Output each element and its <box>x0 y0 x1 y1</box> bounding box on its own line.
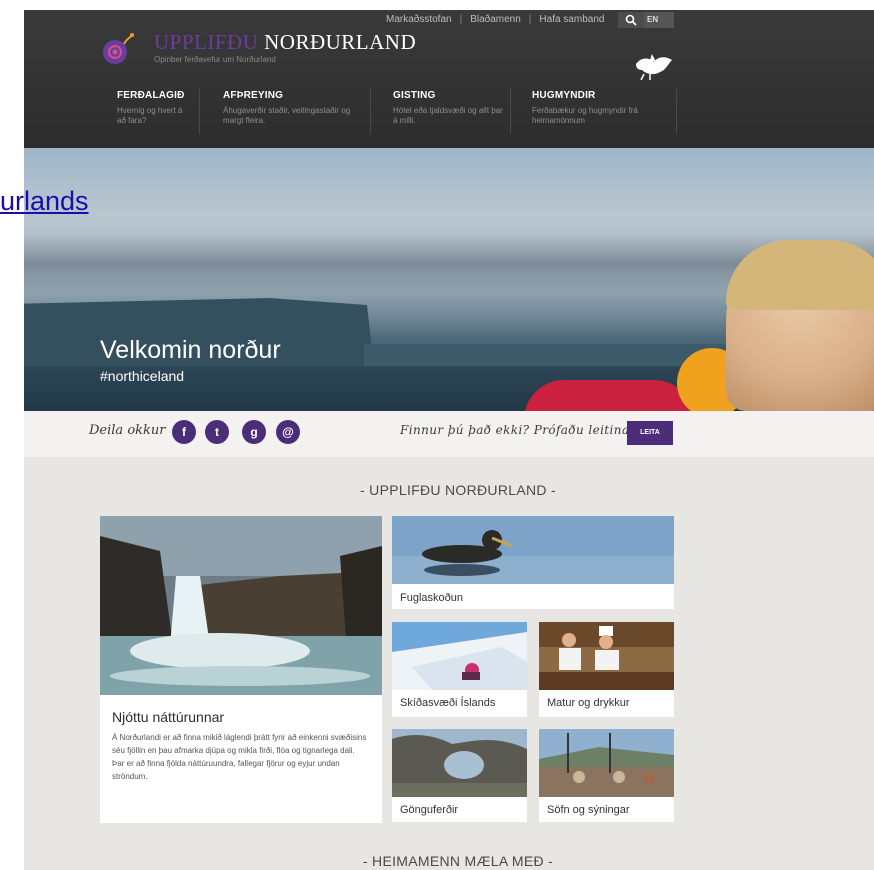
card-hiking[interactable]: Gönguferðir <box>392 729 527 822</box>
card-label: Söfn og sýningar <box>547 804 630 816</box>
nav-item-hugmyndir[interactable]: HUGMYNDIR Ferðabækur og hugmyndir frá he… <box>532 90 657 126</box>
hero-banner: Velkomin norður #northiceland <box>24 148 874 411</box>
nav-desc: Áhugaverðir staðir, veitingastaðir og ma… <box>223 106 351 125</box>
nav-item-ferdalagid[interactable]: FERÐALAGIÐ Hvernig og hvert á að fara? <box>117 90 187 126</box>
logo-part-1: UPPLIFÐU <box>154 30 259 54</box>
nav-title: AFÞREYING <box>223 90 284 101</box>
nav-title: GISTING <box>393 90 436 101</box>
site-header: Markaðsstofan | Blaðamenn | Hafa samband… <box>24 10 874 152</box>
hero-red-float <box>524 380 694 411</box>
card-label: Gönguferðir <box>400 804 459 816</box>
nav-item-gisting[interactable]: GISTING Hótel eða tjaldsvæði og allt þar… <box>393 90 503 126</box>
language-switch[interactable]: EN <box>644 12 674 28</box>
skiing-image <box>392 622 527 690</box>
card-text: Á Norðurlandi er að finna mikið láglendi… <box>112 733 367 781</box>
logo-part-2: NORÐURLAND <box>264 30 417 54</box>
snail-logo-icon <box>103 33 134 64</box>
share-label: Deila okkur <box>89 423 166 438</box>
divider: | <box>459 14 463 25</box>
overlay-link[interactable]: urlands <box>0 186 89 217</box>
site-logo[interactable]: UPPLIFÐU NORÐURLAND <box>154 30 416 55</box>
grebe-image <box>392 516 674 584</box>
page: Markaðsstofan | Blaðamenn | Hafa samband… <box>24 10 874 870</box>
hero-hashtag[interactable]: #northiceland <box>100 368 184 384</box>
section-title: - HEIMAMENN MÆLA MEÐ - <box>362 853 554 869</box>
facebook-icon[interactable]: f <box>172 420 196 444</box>
top-link-markadsstofan[interactable]: Markaðsstofan <box>386 14 452 25</box>
card-food[interactable]: Matur og drykkur <box>539 622 674 717</box>
nav-divider <box>199 88 200 134</box>
festival-image <box>539 729 674 797</box>
nav-item-afthreying[interactable]: AFÞREYING Áhugaverðir staðir, veitingast… <box>223 90 363 126</box>
top-links: Markaðsstofan | Blaðamenn | Hafa samband <box>386 14 604 25</box>
nav-desc: Hótel eða tjaldsvæði og allt þar á milli… <box>393 106 503 125</box>
waterfall-image <box>100 516 382 695</box>
card-label: Matur og drykkur <box>547 697 630 709</box>
search-icon[interactable] <box>618 12 644 28</box>
nav-divider <box>510 88 511 134</box>
section-title: - UPPLIFÐU NORÐURLAND - <box>360 482 556 498</box>
logo-subtitle: Opinber ferðavefur um Norðurland <box>154 55 276 64</box>
card-ski[interactable]: Skíðasvæði Íslands <box>392 622 527 717</box>
card-label: Fuglaskoðun <box>400 592 463 604</box>
rock-arch-image <box>392 729 527 797</box>
website: Markaðsstofan | Blaðamenn | Hafa samband… <box>24 10 874 870</box>
divider: | <box>528 14 532 25</box>
top-link-hafa-samband[interactable]: Hafa samband <box>539 14 604 25</box>
nav-desc: Hvernig og hvert á að fara? <box>117 106 183 125</box>
nav-title: HUGMYNDIR <box>532 90 596 101</box>
hero-title: Velkomin norður <box>100 336 281 364</box>
nav-title: FERÐALAGIÐ <box>117 90 185 101</box>
nav-desc: Ferðabækur og hugmyndir frá heimamönnum <box>532 106 638 125</box>
card-label: Skíðasvæði Íslands <box>400 697 496 709</box>
twitter-icon[interactable]: t <box>205 420 229 444</box>
chefs-image <box>539 622 674 690</box>
google-plus-icon[interactable]: g <box>242 420 266 444</box>
card-nature[interactable]: Njóttu náttúrunnar Á Norðurlandi er að f… <box>100 516 382 823</box>
share-bar: Deila okkur f t g @ Finnur þú það ekki? … <box>24 411 874 457</box>
iceland-bird-icon <box>636 54 672 81</box>
top-link-bladamenn[interactable]: Blaðamenn <box>470 14 521 25</box>
email-icon[interactable]: @ <box>276 420 300 444</box>
nav-divider <box>676 88 677 134</box>
card-museums[interactable]: Söfn og sýningar <box>539 729 674 822</box>
search-prompt: Finnur þú það ekki? Prófaðu leitina :) <box>400 423 644 437</box>
nav-divider <box>370 88 371 134</box>
search-button[interactable]: LEITA <box>627 421 673 445</box>
card-birdwatching[interactable]: Fuglaskoðun <box>392 516 674 609</box>
card-title: Njóttu náttúrunnar <box>112 709 225 725</box>
